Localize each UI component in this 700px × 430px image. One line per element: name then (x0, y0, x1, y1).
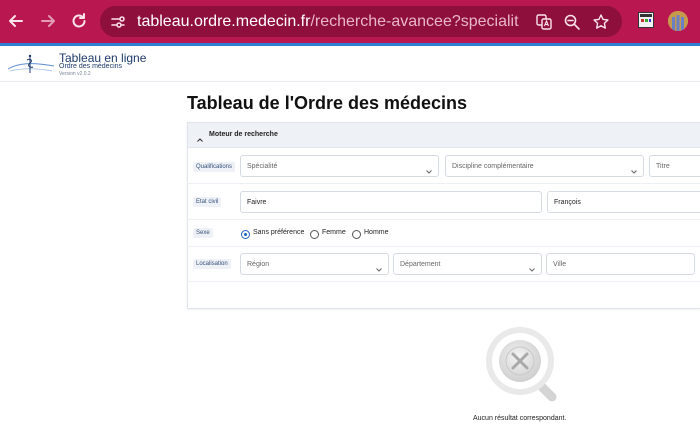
search-panel-header[interactable]: Moteur de recherche (188, 123, 700, 148)
row-divider (187, 219, 700, 220)
prenom-input[interactable]: François (547, 191, 700, 213)
page-title: Tableau de l'Ordre des médecins (187, 93, 468, 113)
brand-subtitle: Ordre des médecins (59, 63, 123, 70)
extension-icon[interactable] (638, 12, 654, 28)
address-bar[interactable]: tableau.ordre.medecin.fr/recherche-avanc… (100, 6, 622, 37)
discipline-placeholder: Discipline complémentaire (452, 163, 534, 170)
qualifications-label: Qualifications (193, 162, 236, 172)
chevron-down-icon (630, 163, 638, 174)
region-placeholder: Région (247, 261, 270, 268)
sexe-option-label[interactable]: Sans préférence (253, 229, 304, 236)
ville-placeholder: Ville (553, 261, 567, 268)
specialite-placeholder: Spécialité (247, 163, 278, 170)
row-divider (187, 183, 700, 184)
chevron-up-icon[interactable] (196, 131, 204, 142)
app-version: Version v2.0.2 (59, 71, 91, 77)
titre-select[interactable]: Titre (649, 155, 700, 177)
nom-value: Faivre (247, 199, 267, 206)
bookmark-star-icon[interactable] (592, 13, 610, 31)
prenom-value: François (554, 199, 581, 206)
row-divider (187, 246, 700, 247)
specialite-select[interactable]: Spécialité (240, 155, 439, 177)
search-panel-title: Moteur de recherche (209, 131, 278, 138)
forward-arrow-icon[interactable] (37, 10, 59, 32)
no-results-message: Aucun résultat correspondant. (473, 415, 567, 422)
translate-icon[interactable] (535, 13, 553, 31)
profile-avatar-icon[interactable] (668, 11, 688, 31)
ville-input[interactable]: Ville (546, 253, 695, 275)
chevron-down-icon (425, 163, 433, 174)
zoom-icon[interactable] (563, 13, 581, 31)
etat-civil-label: Etat civil (193, 197, 222, 207)
no-results-magnifier-icon (480, 323, 564, 407)
titre-placeholder: Titre (656, 163, 670, 170)
sexe-option-label[interactable]: Femme (322, 229, 346, 236)
departement-placeholder: Département (400, 261, 441, 268)
region-select[interactable]: Région (240, 253, 389, 275)
site-info-icon[interactable] (110, 14, 126, 30)
chevron-down-icon (528, 261, 536, 272)
discipline-select[interactable]: Discipline complémentaire (445, 155, 644, 177)
back-arrow-icon[interactable] (5, 10, 27, 32)
sexe-radio-sans-preference[interactable] (241, 230, 250, 239)
chevron-down-icon (375, 261, 383, 272)
url-host: tableau.ordre.medecin.fr (137, 13, 311, 30)
sexe-radio-femme[interactable] (310, 230, 319, 239)
sexe-label: Sexe (193, 228, 213, 238)
url-path: /recherche-avancee?specialite=&discipl..… (310, 13, 519, 30)
reload-icon[interactable] (68, 10, 90, 32)
site-header: Tableau en ligne Ordre des médecins Vers… (0, 46, 700, 82)
url-text[interactable]: tableau.ordre.medecin.fr/recherche-avanc… (137, 13, 519, 31)
departement-select[interactable]: Département (393, 253, 542, 275)
ordre-logo-icon[interactable] (6, 53, 56, 77)
localisation-label: Localisation (193, 259, 231, 269)
browser-toolbar: tableau.ordre.medecin.fr/recherche-avanc… (0, 0, 700, 43)
nom-input[interactable]: Faivre (240, 191, 542, 213)
sexe-option-label[interactable]: Homme (364, 229, 389, 236)
row-divider (187, 281, 700, 282)
sexe-radio-homme[interactable] (352, 230, 361, 239)
